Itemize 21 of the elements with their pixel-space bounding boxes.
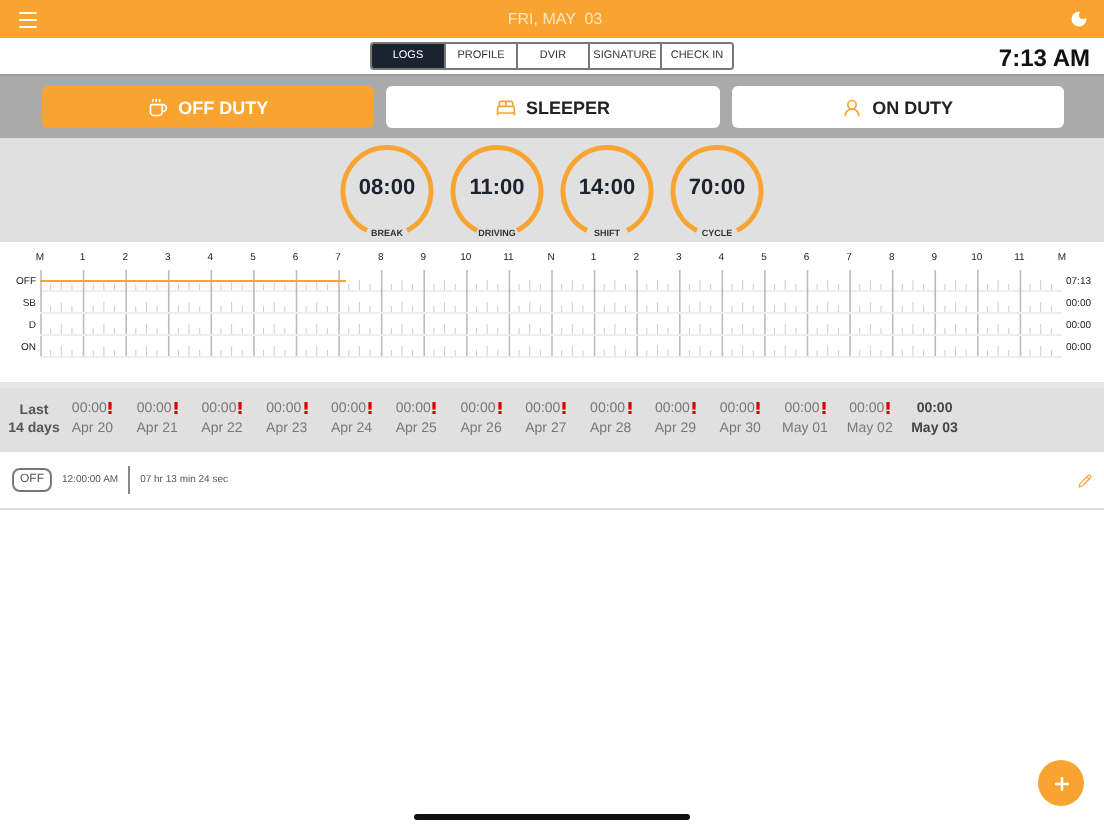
gauge-value: 11:00 [467, 175, 527, 199]
duty-status-button[interactable]: SLEEPER [386, 86, 720, 128]
person-icon [842, 97, 863, 117]
gauge-value: 14:00 [576, 175, 638, 199]
bed-icon [495, 97, 516, 117]
plus-icon [1051, 773, 1071, 793]
gauge-ring [668, 141, 766, 239]
add-button[interactable] [1038, 760, 1084, 806]
moon-icon[interactable] [1070, 10, 1088, 28]
header-date: FRI, MAY 03 [507, 10, 603, 28]
duty-status-button[interactable]: OFF DUTY [42, 86, 375, 128]
gauge-ring [338, 141, 436, 239]
gauge-value: 08:00 [356, 175, 418, 199]
menu-button[interactable] [16, 7, 40, 31]
gauge-ring [558, 141, 656, 239]
gauge-ring [448, 141, 546, 239]
duty-status-button[interactable]: ON DUTY [731, 86, 1064, 128]
clock-time: 7:13 AM [998, 44, 1090, 72]
coffee-cup-icon [148, 97, 169, 117]
gauge-value: 70:00 [686, 175, 748, 199]
edit-icon[interactable] [1078, 473, 1092, 487]
